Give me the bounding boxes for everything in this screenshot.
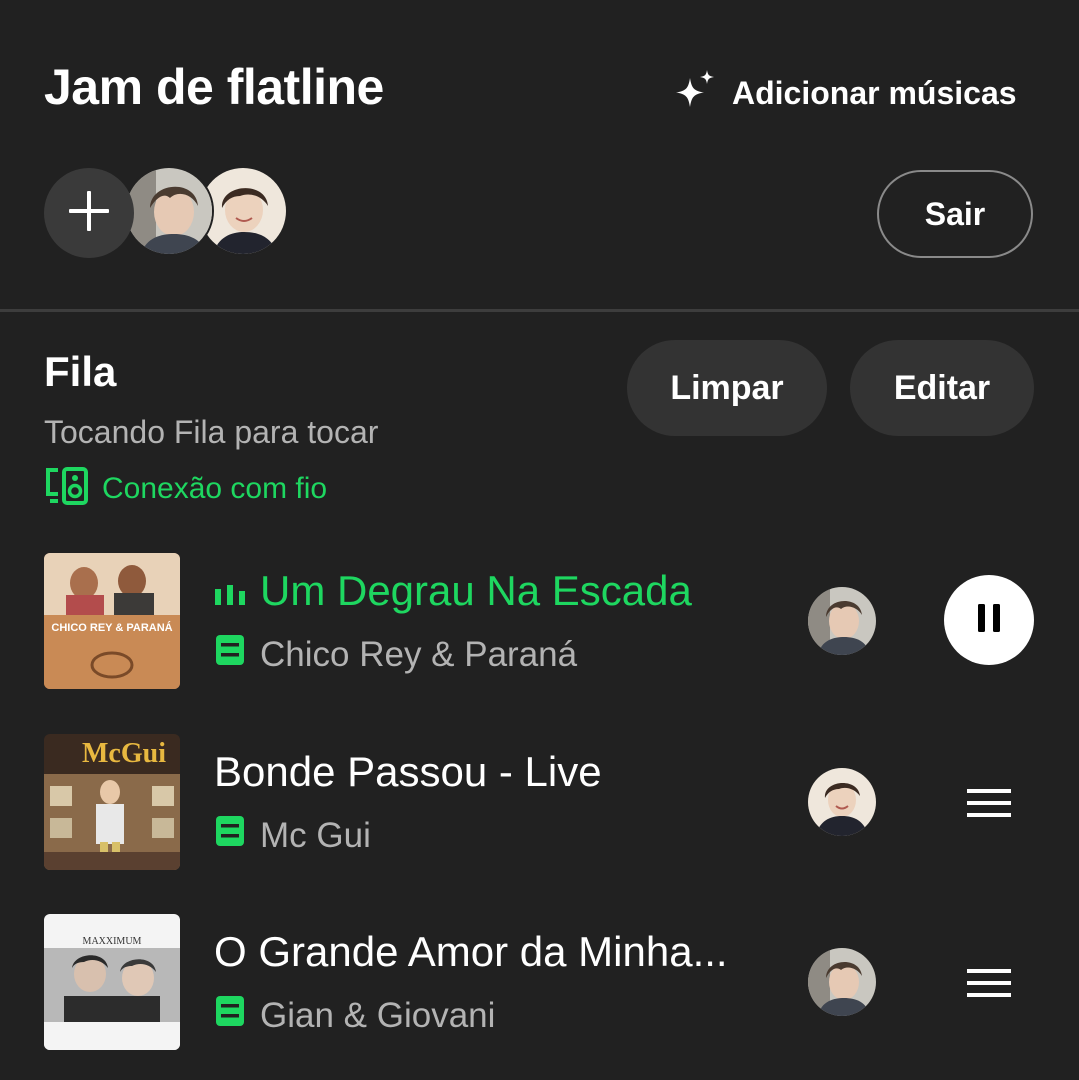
album-art: McGui (44, 734, 180, 870)
track-artist: Chico Rey & Paraná (214, 633, 577, 676)
divider (0, 309, 1079, 312)
track-artist: Mc Gui (214, 814, 371, 857)
drag-handle-icon[interactable] (966, 966, 1012, 1000)
queue-track-row[interactable]: McGui Bonde Passou - Live Mc Gui (0, 734, 1079, 870)
track-title: Bonde Passou - Live (214, 748, 602, 795)
queue-track-row[interactable]: MAXXIMUM O Grande Amor da Minha... Gian … (0, 914, 1079, 1050)
add-participant-button[interactable] (44, 168, 134, 258)
track-title: O Grande Amor da Minha... (214, 928, 728, 975)
sparkle-icon (672, 68, 718, 119)
track-title: Um Degrau Na Escada (214, 567, 692, 615)
album-art-text: McGui (82, 738, 166, 769)
artist-name: Mc Gui (260, 815, 371, 855)
artist-name: Gian & Giovani (260, 995, 496, 1035)
participant-avatar[interactable] (124, 166, 214, 256)
album-art: MAXXIMUM (44, 914, 180, 1050)
queue-item-icon (214, 633, 246, 676)
jam-title: Jam de flatline (44, 59, 384, 115)
queue-title: Fila (44, 348, 117, 395)
add-songs-button[interactable]: Adicionar músicas (672, 66, 1017, 120)
album-art: CHICO REY & PARANÁ (44, 553, 180, 689)
pause-button[interactable] (944, 575, 1034, 665)
album-art-text: CHICO REY & PARANÁ (51, 621, 172, 634)
added-by-avatar (808, 587, 876, 655)
queue-subtitle: Tocando Fila para tocar (44, 414, 379, 450)
edit-queue-button[interactable]: Editar (850, 340, 1034, 436)
artist-name: Chico Rey & Paraná (260, 634, 578, 674)
equalizer-icon (214, 567, 246, 615)
added-by-avatar (808, 948, 876, 1016)
speaker-device-icon (44, 466, 90, 511)
clear-queue-button[interactable]: Limpar (627, 340, 827, 436)
leave-jam-button[interactable]: Sair (877, 170, 1033, 258)
device-connection[interactable]: Conexão com fio (44, 466, 327, 511)
queue-item-icon (214, 814, 246, 857)
device-label: Conexão com fio (102, 471, 328, 505)
track-title-text: Um Degrau Na Escada (260, 567, 692, 614)
add-songs-label: Adicionar músicas (732, 74, 1017, 111)
drag-handle-icon[interactable] (966, 786, 1012, 820)
added-by-avatar (808, 768, 876, 836)
album-art-text: MAXXIMUM (83, 936, 142, 947)
plus-icon (67, 189, 111, 238)
pause-icon (975, 602, 1003, 639)
track-artist: Gian & Giovani (214, 994, 495, 1037)
queue-track-row[interactable]: CHICO REY & PARANÁ Um Degrau Na Escada C… (0, 553, 1079, 689)
queue-item-icon (214, 994, 246, 1037)
